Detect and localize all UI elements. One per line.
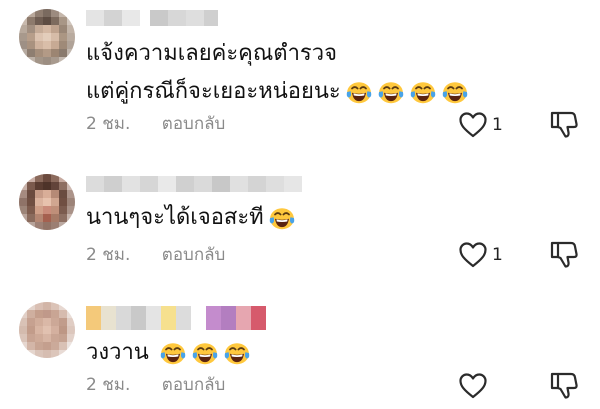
thumbs-down-outline-icon[interactable] [549,370,579,400]
comment-time: 2 ชม. [86,375,131,395]
avatar-blurred-image [19,9,75,65]
laughing-tears-emoji [378,82,404,104]
username-blurred[interactable] [86,306,266,330]
comment-text: แจ้งความเลยค่ะคุณตำรวจ [86,41,337,66]
thumbs-down-outline-icon[interactable] [549,239,579,269]
username-blurred[interactable] [86,176,302,192]
comment-text-line-1: แจ้งความเลยค่ะคุณตำรวจ [86,39,337,69]
comment-text: แต่คู่กรณีก็จะเยอะหน่อยนะ [86,79,341,104]
reply-button[interactable]: ตอบกลับ [162,375,226,395]
like-count: 1 [492,115,503,135]
comment-time: 2 ชม. [86,114,131,134]
heart-outline-icon[interactable] [458,372,488,400]
laughing-tears-emoji [224,343,250,365]
laughing-tears-emoji [346,82,372,104]
avatar[interactable] [19,302,75,358]
avatar[interactable] [19,174,75,230]
comment-text-line-1: วงวาน [86,338,251,368]
avatar-blurred-image [19,174,75,230]
laughing-tears-emoji [192,343,218,365]
heart-outline-icon[interactable] [458,111,488,139]
like-count: 1 [492,245,503,265]
thumbs-down-outline-icon[interactable] [549,109,579,139]
comment-meta: 2 ชม. ตอบกลับ [86,244,225,266]
comment-time: 2 ชม. [86,245,131,265]
comment-text-line-1: นานๆจะได้เจอสะที [86,203,296,233]
laughing-tears-emoji [410,82,436,104]
laughing-tears-emoji [269,208,294,230]
comment-text: วงวาน [86,340,149,365]
comment-text: นานๆจะได้เจอสะที [86,205,264,230]
reply-button[interactable]: ตอบกลับ [162,245,226,265]
avatar-blurred-image [19,302,75,358]
comment-text-line-2: แต่คู่กรณีก็จะเยอะหน่อยนะ [86,77,469,107]
laughing-tears-emoji [160,343,186,365]
comment-meta: 2 ชม. ตอบกลับ [86,113,225,135]
heart-outline-icon[interactable] [458,241,488,269]
laughing-tears-emoji [442,82,468,104]
comment-meta: 2 ชม. ตอบกลับ [86,374,225,396]
reply-button[interactable]: ตอบกลับ [162,114,226,134]
avatar[interactable] [19,9,75,65]
username-blurred[interactable] [86,10,218,26]
